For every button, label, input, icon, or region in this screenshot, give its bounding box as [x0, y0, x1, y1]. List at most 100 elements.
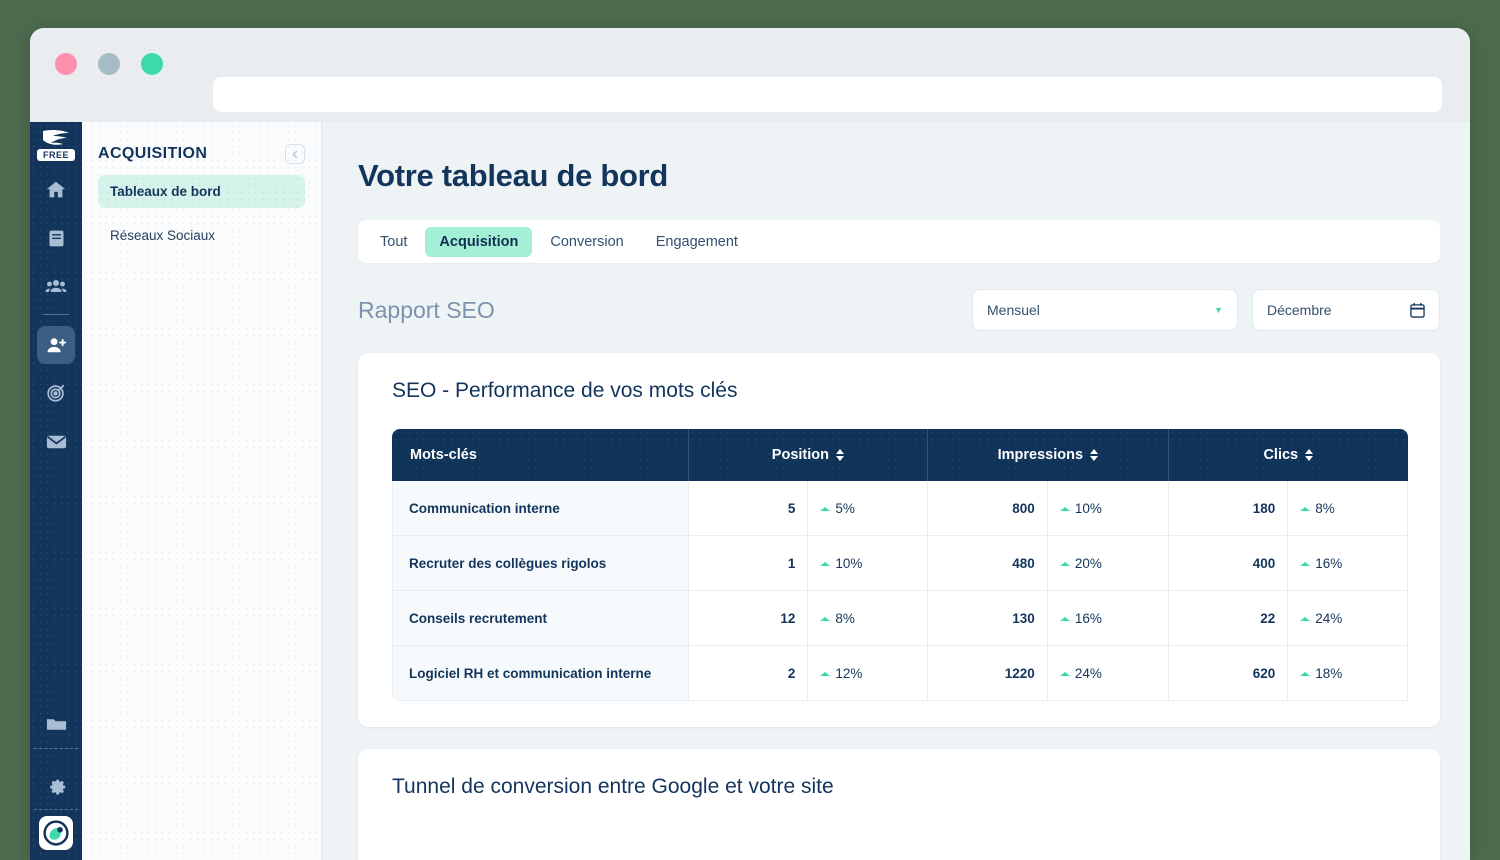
cell-clics: 400 [1168, 536, 1289, 591]
column-header-position[interactable]: Position [688, 429, 929, 481]
column-header-keywords[interactable]: Mots-clés [392, 429, 689, 481]
cell-position: 12 [688, 591, 809, 646]
trend-up-icon [1300, 561, 1311, 566]
trend-up-icon [1059, 671, 1070, 676]
tab-bar: Tout Acquisition Conversion Engagement [358, 220, 1440, 263]
maximize-window-button[interactable] [141, 53, 163, 75]
month-picker-value: Décembre [1267, 302, 1332, 318]
cell-impressions-delta: 16% [1047, 591, 1169, 646]
trend-up-icon [820, 506, 831, 511]
folder-icon [46, 718, 66, 730]
cell-clics-delta: 16% [1288, 536, 1408, 591]
report-toolbar: Rapport SEO Mensuel ▼ Décembre [358, 289, 1440, 331]
table-row[interactable]: Conseils recrutement 12 8% 130 16% 22 24… [392, 591, 1408, 646]
cell-impressions: 130 [928, 591, 1048, 646]
tab-tout[interactable]: Tout [366, 227, 421, 257]
delta-value: 5% [835, 500, 855, 516]
period-select-value: Mensuel [987, 302, 1040, 318]
app-logo[interactable] [39, 816, 73, 850]
table-header: Mots-clés Position Impressions Clics [392, 429, 1408, 481]
cell-position-delta: 5% [808, 481, 929, 536]
rail-divider-logo [34, 809, 78, 810]
cell-impressions-delta: 20% [1047, 536, 1169, 591]
sidebar-item-messages[interactable] [37, 422, 75, 460]
cell-clics: 22 [1168, 591, 1289, 646]
sidebar-item-team[interactable] [37, 267, 75, 305]
chevron-down-icon: ▼ [1214, 305, 1223, 315]
keywords-table: Mots-clés Position Impressions Clics Com… [392, 429, 1408, 701]
cell-impressions: 1220 [928, 646, 1048, 701]
sidebar-item-reseaux-sociaux[interactable]: Réseaux Sociaux [98, 219, 305, 252]
tab-engagement[interactable]: Engagement [642, 227, 752, 257]
book-icon [49, 230, 63, 246]
cell-keyword: Logiciel RH et communication interne [392, 646, 689, 701]
sidebar-item-settings[interactable] [37, 765, 75, 803]
table-row[interactable]: Logiciel RH et communication interne 2 1… [392, 646, 1408, 701]
tab-conversion[interactable]: Conversion [536, 227, 637, 257]
close-window-button[interactable] [55, 53, 77, 75]
secondary-sidebar: ACQUISITION Tableaux de bord Réseaux Soc… [82, 122, 322, 860]
report-controls: Mensuel ▼ Décembre [972, 289, 1440, 331]
main-content: Votre tableau de bord Tout Acquisition C… [322, 122, 1470, 860]
column-label: Position [771, 447, 829, 463]
cell-position: 2 [688, 646, 809, 701]
cell-position: 5 [688, 481, 809, 536]
tab-acquisition[interactable]: Acquisition [425, 226, 533, 257]
sidebar-item-objectives[interactable] [37, 374, 75, 412]
conversion-funnel-card: Tunnel de conversion entre Google et vot… [358, 749, 1440, 860]
trend-up-icon [820, 671, 831, 676]
trend-up-icon [1300, 671, 1311, 676]
sidebar-item-documents[interactable] [37, 219, 75, 257]
sort-icon[interactable] [1305, 449, 1314, 461]
target-icon [47, 384, 65, 402]
sidebar-header: ACQUISITION [98, 144, 305, 164]
seo-performance-card: SEO - Performance de vos mots clés Mots-… [358, 353, 1440, 727]
sort-icon[interactable] [1090, 449, 1099, 461]
cell-position: 1 [688, 536, 809, 591]
rail-divider-lower [34, 748, 78, 749]
cell-impressions: 800 [928, 481, 1048, 536]
sidebar-item-home[interactable] [37, 171, 75, 209]
rail-divider [43, 314, 69, 315]
column-label: Impressions [997, 447, 1084, 463]
trend-up-icon [820, 616, 831, 621]
month-picker[interactable]: Décembre [1252, 289, 1440, 331]
calendar-icon [1410, 302, 1425, 318]
delta-value: 8% [1315, 500, 1335, 516]
sidebar-item-label: Tableaux de bord [110, 184, 221, 199]
cell-clics-delta: 8% [1288, 481, 1408, 536]
report-title: Rapport SEO [358, 296, 495, 323]
minimize-window-button[interactable] [98, 53, 120, 75]
delta-value: 10% [835, 555, 863, 571]
funnel-visualization [392, 819, 1408, 860]
trend-up-icon [1059, 506, 1070, 511]
period-select[interactable]: Mensuel ▼ [972, 289, 1238, 331]
trend-up-icon [820, 561, 831, 566]
page-title: Votre tableau de bord [358, 158, 669, 193]
column-header-impressions[interactable]: Impressions [928, 429, 1169, 481]
cell-clics-delta: 18% [1288, 646, 1408, 701]
free-badge: FREE [36, 149, 75, 161]
trend-up-icon [1300, 616, 1311, 621]
cell-impressions-delta: 24% [1047, 646, 1169, 701]
trend-up-icon [1059, 616, 1070, 621]
cell-clics: 180 [1168, 481, 1289, 536]
url-input[interactable] [213, 77, 1442, 112]
free-brand-logo: FREE [34, 128, 78, 161]
window-controls [55, 53, 163, 75]
sidebar-item-acquisition[interactable] [37, 326, 75, 364]
browser-titlebar [30, 28, 1470, 112]
cell-position-delta: 10% [808, 536, 929, 591]
users-icon [45, 280, 67, 292]
sidebar-item-tableaux-de-bord[interactable]: Tableaux de bord [98, 175, 305, 208]
collapse-sidebar-button[interactable] [285, 144, 305, 164]
sidebar-item-folders[interactable] [37, 704, 75, 742]
icon-rail: FREE [30, 122, 82, 860]
sidebar-item-label: Réseaux Sociaux [110, 228, 216, 243]
column-header-clics[interactable]: Clics [1168, 429, 1408, 481]
chevron-left-icon [291, 149, 297, 159]
table-row[interactable]: Recruter des collègues rigolos 1 10% 480… [392, 536, 1408, 591]
column-label: Clics [1263, 447, 1299, 463]
table-row[interactable]: Communication interne 5 5% 800 10% 180 8… [392, 481, 1408, 536]
sort-icon[interactable] [836, 449, 844, 461]
